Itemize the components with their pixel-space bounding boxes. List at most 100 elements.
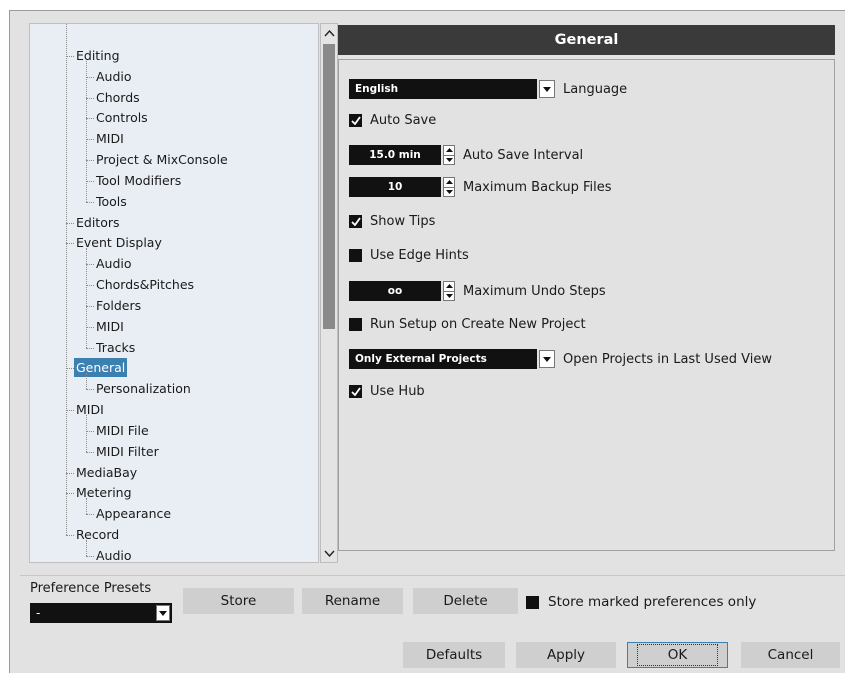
tree-item[interactable]: Audio bbox=[30, 546, 318, 563]
max-undo-field[interactable]: oo bbox=[349, 281, 441, 301]
stepper-up-icon[interactable] bbox=[444, 178, 454, 188]
run-setup-checkbox[interactable] bbox=[349, 317, 362, 331]
rename-button[interactable]: Rename bbox=[302, 588, 403, 614]
tree-item-label: Audio bbox=[96, 547, 132, 563]
cancel-button[interactable]: Cancel bbox=[741, 642, 840, 668]
max-undo-stepper[interactable] bbox=[443, 281, 455, 301]
tree-connector bbox=[66, 368, 74, 370]
tree-item-label: MIDI bbox=[96, 131, 124, 147]
tree-item[interactable]: Tool Modifiers bbox=[30, 171, 318, 192]
tree-item-label: MIDI Filter bbox=[96, 443, 159, 459]
tree-item[interactable]: Record bbox=[30, 525, 318, 546]
preferences-dialog: Editing Audio Chords Controls MIDI Project & … bbox=[9, 10, 845, 673]
tree-item[interactable]: MIDI File bbox=[30, 421, 318, 442]
max-backup-stepper[interactable] bbox=[443, 177, 455, 197]
tree-item[interactable]: Controls bbox=[30, 108, 318, 129]
tree-scrollbar[interactable] bbox=[320, 23, 338, 563]
presets-label: Preference Presets bbox=[30, 581, 152, 596]
tree-item[interactable]: Metering bbox=[30, 483, 318, 504]
store-button[interactable]: Store bbox=[183, 588, 294, 614]
scroll-thumb[interactable] bbox=[323, 44, 335, 329]
tree-item[interactable]: Tools bbox=[30, 192, 318, 213]
tree-item[interactable]: Chords bbox=[30, 88, 318, 109]
tree-connector bbox=[86, 514, 94, 516]
open-projects-row: Only External Projects Open Projects in … bbox=[349, 348, 772, 370]
tree-item-label: Metering bbox=[76, 485, 132, 501]
stepper-up-icon[interactable] bbox=[444, 282, 454, 292]
ok-button-label: OK bbox=[636, 644, 719, 666]
store-marked-checkbox[interactable] bbox=[526, 595, 539, 609]
auto-save-checkbox[interactable] bbox=[349, 113, 362, 127]
tree-item[interactable]: MIDI Filter bbox=[30, 442, 318, 463]
tree-item[interactable]: Chords&Pitches bbox=[30, 275, 318, 296]
tree-item[interactable]: MIDI bbox=[30, 400, 318, 421]
tree-connector bbox=[86, 76, 94, 78]
tree-item[interactable]: Tracks bbox=[30, 338, 318, 359]
tree-item-label: Chords bbox=[96, 89, 140, 105]
tree-item[interactable]: Project & MixConsole bbox=[30, 150, 318, 171]
tree-connector bbox=[86, 430, 94, 432]
auto-save-row: Auto Save bbox=[349, 109, 436, 131]
scroll-down-button[interactable] bbox=[321, 544, 337, 562]
tree-connector bbox=[86, 389, 94, 391]
auto-save-interval-field[interactable]: 15.0 min bbox=[349, 145, 441, 165]
tree-guide-line bbox=[86, 539, 87, 556]
edge-hints-checkbox[interactable] bbox=[349, 248, 362, 262]
use-hub-checkbox[interactable] bbox=[349, 384, 362, 398]
tree-item[interactable]: Editors bbox=[30, 213, 318, 234]
auto-save-interval-label: Auto Save Interval bbox=[463, 147, 584, 163]
tree-guide-line bbox=[86, 248, 87, 348]
tree-item-label: Editors bbox=[76, 214, 120, 230]
language-dropdown[interactable]: English bbox=[349, 79, 537, 99]
tree-item[interactable]: MediaBay bbox=[30, 463, 318, 484]
stepper-up-icon[interactable] bbox=[444, 146, 454, 156]
open-projects-dropdown[interactable]: Only External Projects bbox=[349, 349, 537, 369]
chevron-down-icon bbox=[159, 610, 167, 616]
tree-item-label: Chords&Pitches bbox=[96, 277, 195, 293]
open-projects-dropdown-arrow[interactable] bbox=[539, 350, 555, 368]
tree-item[interactable]: Editing bbox=[30, 46, 318, 67]
tree-item-label: Project & MixConsole bbox=[96, 152, 228, 168]
preferences-tree[interactable]: Editing Audio Chords Controls MIDI Project & … bbox=[29, 23, 319, 563]
tree-item[interactable]: Appearance bbox=[30, 504, 318, 525]
max-backup-field[interactable]: 10 bbox=[349, 177, 441, 197]
scroll-up-button[interactable] bbox=[321, 24, 337, 42]
tree-item[interactable]: Personalization bbox=[30, 379, 318, 400]
tree-item[interactable]: MIDI bbox=[30, 317, 318, 338]
chevron-down-icon bbox=[323, 550, 335, 557]
tree-item[interactable]: Audio bbox=[30, 254, 318, 275]
stepper-down-icon[interactable] bbox=[444, 156, 454, 165]
tree-connector bbox=[86, 305, 94, 307]
edge-hints-row: Use Edge Hints bbox=[349, 244, 469, 266]
tree-item-label: Tracks bbox=[96, 339, 136, 355]
show-tips-checkbox[interactable] bbox=[349, 214, 362, 228]
tree-item[interactable]: General bbox=[30, 358, 318, 379]
max-backup-label: Maximum Backup Files bbox=[463, 179, 612, 195]
stepper-down-icon[interactable] bbox=[444, 292, 454, 301]
presets-dropdown[interactable]: - bbox=[30, 603, 172, 623]
tree-item[interactable]: Audio bbox=[30, 67, 318, 88]
presets-dropdown-arrow[interactable] bbox=[156, 605, 170, 621]
auto-save-interval-stepper[interactable] bbox=[443, 145, 455, 165]
open-projects-label: Open Projects in Last Used View bbox=[563, 351, 772, 367]
tree-item[interactable]: Folders bbox=[30, 296, 318, 317]
chevron-down-icon bbox=[543, 356, 551, 362]
tree-connector bbox=[66, 56, 74, 57]
defaults-button[interactable]: Defaults bbox=[403, 642, 505, 668]
tree-item[interactable]: Event Display bbox=[30, 233, 318, 254]
tree-item-label: Folders bbox=[96, 297, 142, 313]
checkmark-icon bbox=[350, 115, 361, 125]
stepper-down-icon[interactable] bbox=[444, 188, 454, 197]
tree-item[interactable]: MIDI bbox=[30, 129, 318, 150]
auto-save-label: Auto Save bbox=[370, 112, 437, 128]
language-dropdown-arrow[interactable] bbox=[539, 80, 555, 98]
ok-button[interactable]: OK bbox=[627, 642, 728, 668]
tree-item-label: Personalization bbox=[96, 381, 191, 397]
apply-button[interactable]: Apply bbox=[516, 642, 616, 668]
tree-item-label: Controls bbox=[96, 110, 148, 126]
delete-button[interactable]: Delete bbox=[413, 588, 518, 614]
tree-item-label: Audio bbox=[96, 68, 132, 84]
auto-save-interval-row: 15.0 min Auto Save Interval bbox=[349, 144, 583, 166]
chevron-up-icon bbox=[323, 29, 335, 36]
language-row: English Language bbox=[349, 78, 627, 100]
